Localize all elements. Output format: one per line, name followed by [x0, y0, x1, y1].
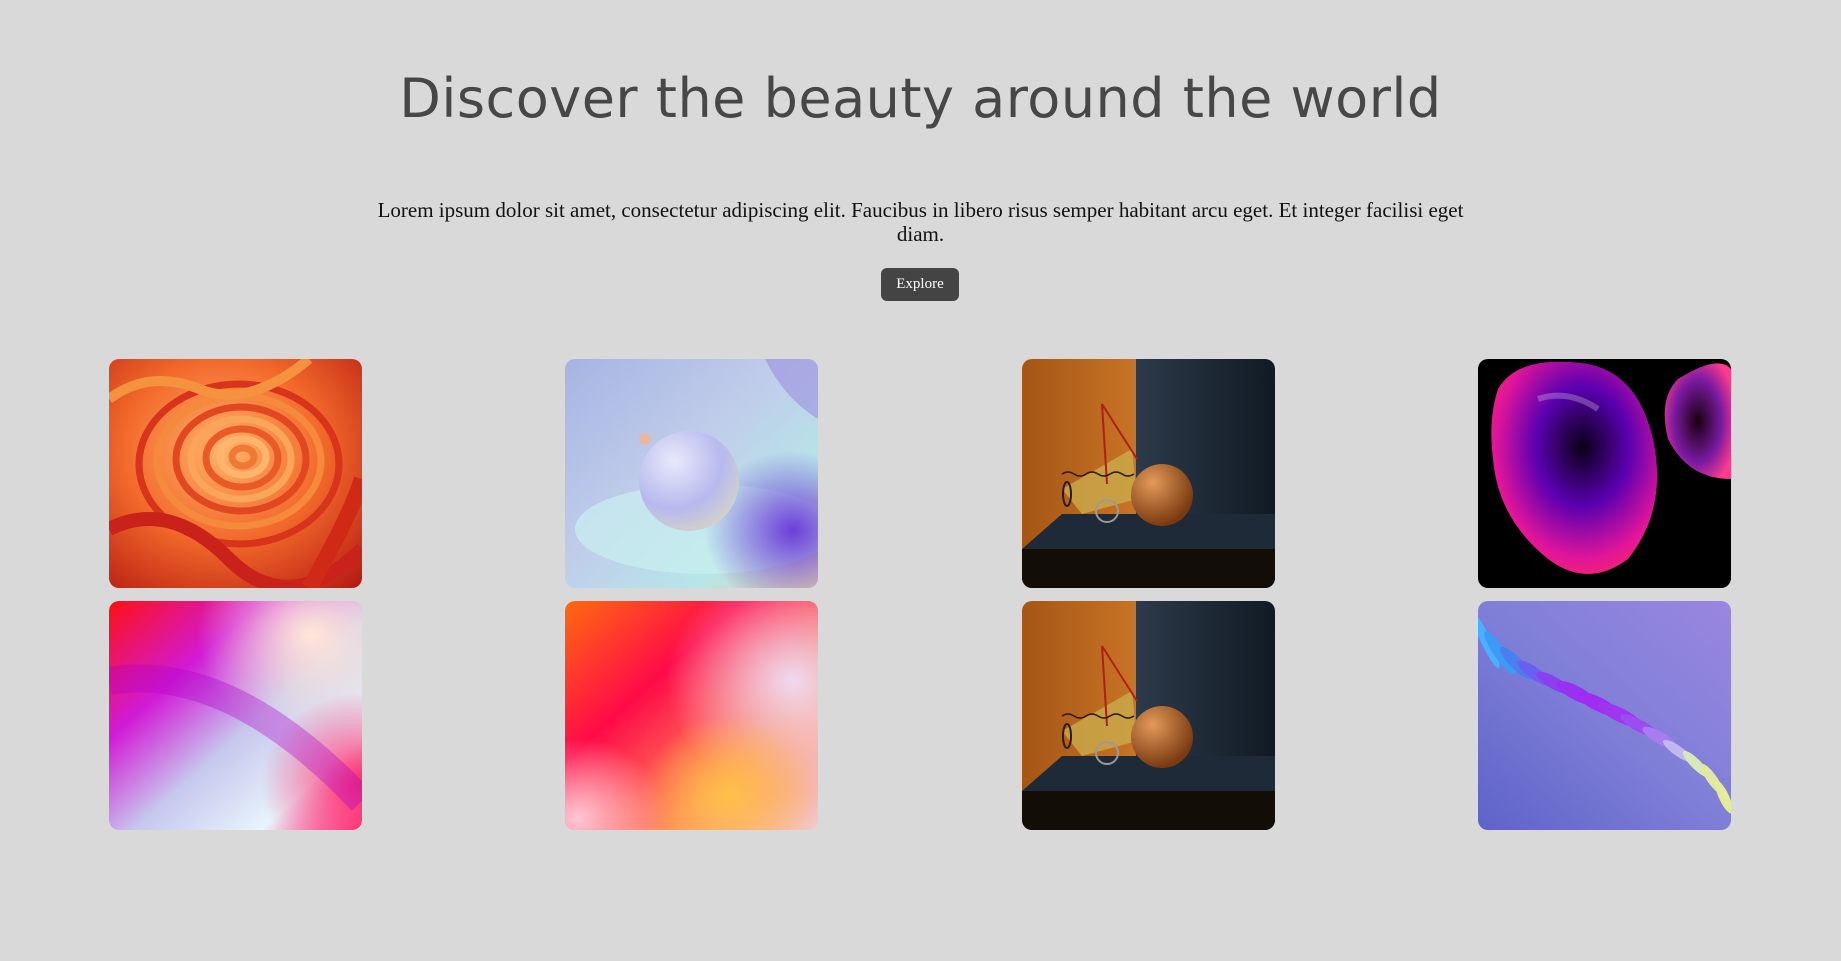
gallery-image-pastel-sphere[interactable] — [565, 359, 818, 588]
gallery-image-orange-room[interactable] — [1022, 359, 1275, 588]
page-title: Discover the beauty around the world — [399, 67, 1442, 130]
gallery-image-orange-room-2[interactable] — [1022, 601, 1275, 830]
gallery-image-orange-swirl[interactable] — [109, 359, 362, 588]
hero-description: Lorem ipsum dolor sit amet, consectetur … — [377, 198, 1464, 246]
gallery-image-red-orange-gradient[interactable] — [565, 601, 818, 830]
gallery-image-red-purple-gradient[interactable] — [109, 601, 362, 830]
explore-button[interactable]: Explore — [881, 268, 959, 301]
gallery-image-magenta-blob[interactable] — [1478, 359, 1731, 588]
gallery-image-purple-wave[interactable] — [1478, 601, 1731, 830]
